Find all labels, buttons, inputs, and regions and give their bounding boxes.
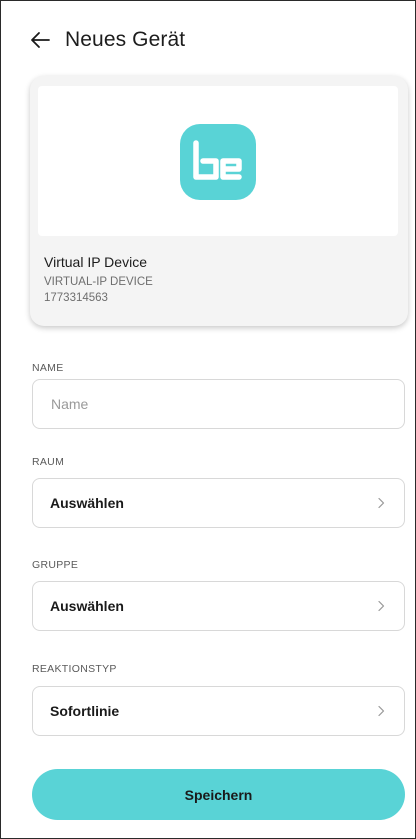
page-title: Neues Gerät (65, 28, 186, 51)
reaction-type-select-value: Sofortlinie (50, 703, 120, 719)
be-logo (180, 124, 256, 200)
app-screen: Neues Gerät Virtual IP Device VIRTUAL-IP… (0, 0, 416, 839)
room-field-label: RAUM (32, 456, 65, 468)
device-serial: 1773314563 (44, 292, 108, 304)
device-name: Virtual IP Device (44, 254, 147, 270)
name-input[interactable] (33, 380, 404, 428)
chevron-right-icon (378, 600, 385, 612)
device-model: VIRTUAL-IP DEVICE (44, 276, 153, 288)
group-select-value: Auswählen (50, 598, 124, 614)
device-card: Virtual IP Device VIRTUAL-IP DEVICE 1773… (30, 76, 408, 326)
chevron-right-icon (378, 497, 385, 509)
chevron-right-icon (378, 705, 385, 717)
save-button[interactable]: Speichern (32, 769, 405, 820)
name-field-label: NAME (32, 362, 64, 374)
name-input-container (32, 379, 405, 429)
header: Neues Gerät (29, 25, 185, 55)
reaction-type-select[interactable]: Sofortlinie (32, 686, 405, 736)
save-button-label: Speichern (184, 786, 253, 803)
group-field-label: GRUPPE (32, 559, 79, 571)
device-image (38, 86, 398, 236)
room-select[interactable]: Auswählen (32, 478, 405, 528)
arrow-left-icon[interactable] (29, 29, 51, 51)
room-select-value: Auswählen (50, 495, 124, 511)
reaction-type-field-label: REAKTIONSTYP (32, 663, 117, 675)
group-select[interactable]: Auswählen (32, 581, 405, 631)
